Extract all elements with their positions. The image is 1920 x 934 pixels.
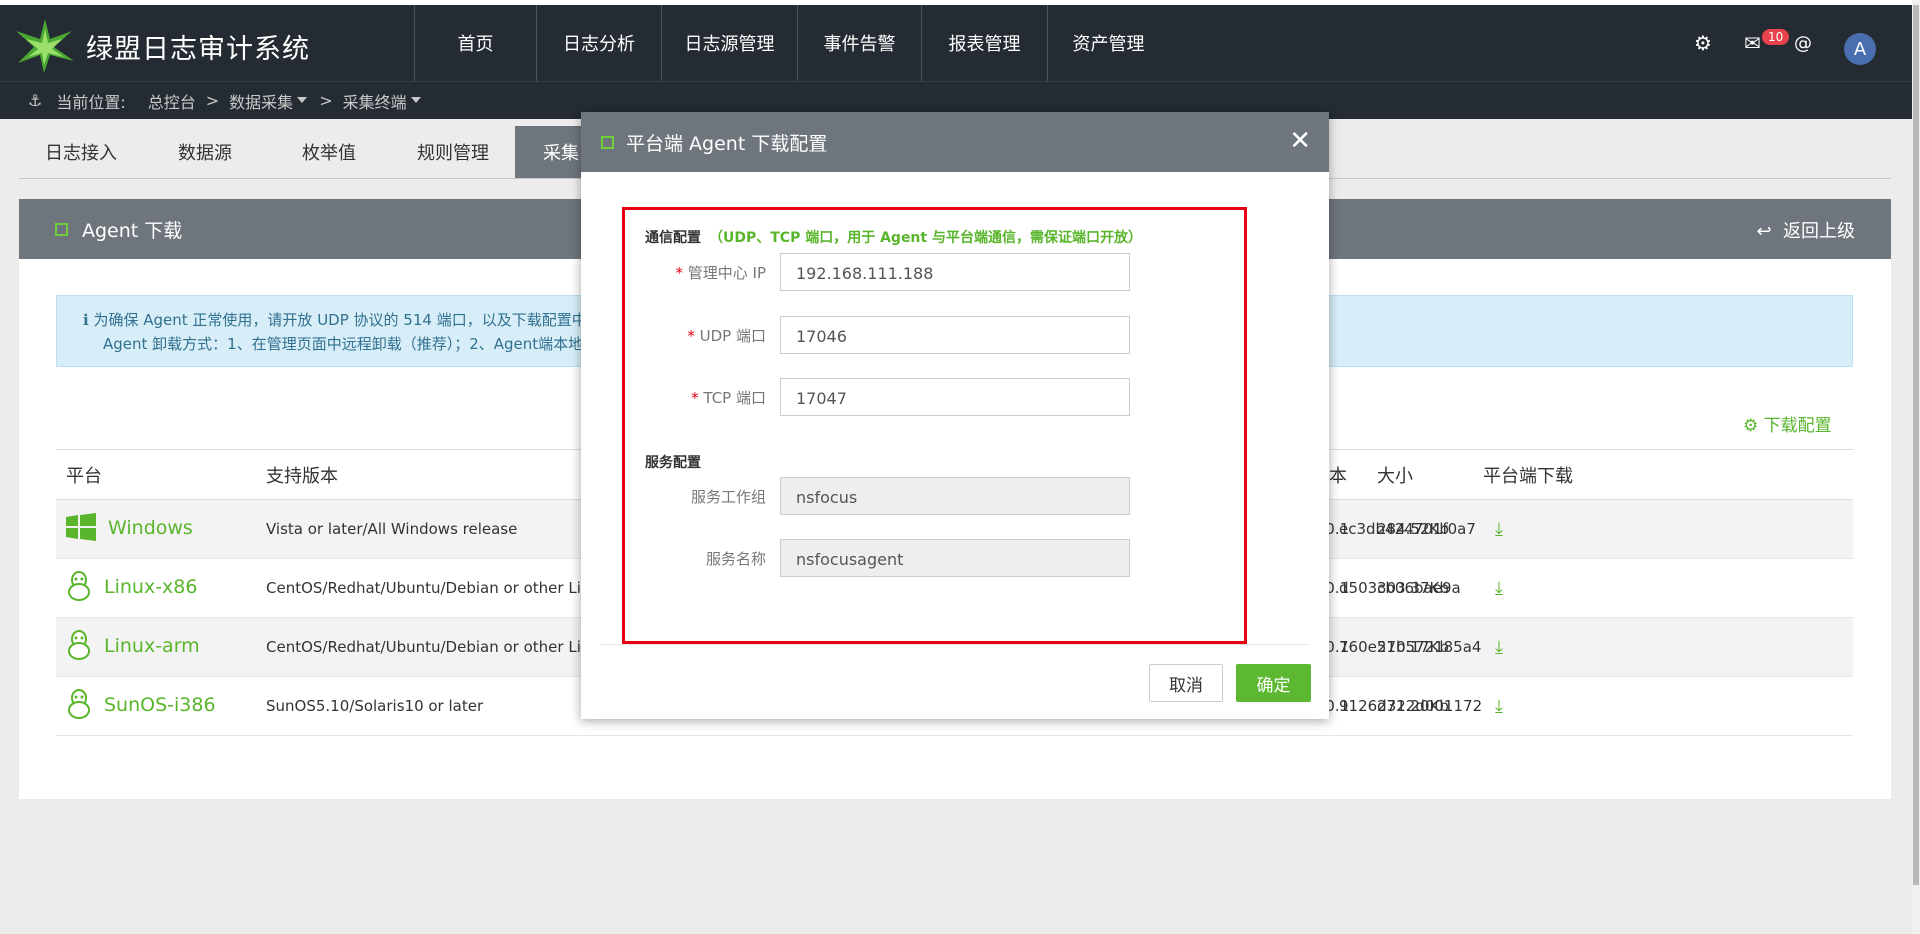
modal-header: 平台端 Agent 下载配置 ✕: [581, 112, 1329, 172]
tab-data-source[interactable]: 数据源: [143, 126, 267, 178]
cancel-button[interactable]: 取消: [1149, 664, 1223, 702]
download-icon[interactable]: ⤓: [1495, 637, 1503, 658]
breadcrumb-item-collection[interactable]: 数据采集: [229, 89, 293, 113]
tab-enum-values[interactable]: 枚举值: [267, 126, 391, 178]
chevron-right-icon: >: [319, 91, 333, 110]
service-group-label: 服务工作组: [690, 488, 766, 506]
hash-text: ec3db424701f0a7: [1339, 520, 1476, 538]
avatar[interactable]: A: [1844, 33, 1876, 65]
linux-icon: [66, 630, 92, 664]
hash-text: d503cb06bae9a: [1339, 579, 1461, 597]
breadcrumb-item-terminal[interactable]: 采集终端: [343, 89, 407, 113]
sub-tabs: 日志接入 数据源 枚举值 规则管理 采集: [19, 126, 639, 178]
download-icon[interactable]: ⤓: [1495, 519, 1503, 540]
hash-text: 760e51b572185a4: [1339, 638, 1482, 656]
download-icon[interactable]: ⤓: [1495, 696, 1503, 717]
linux-icon: [66, 689, 92, 723]
notification-badge: 10: [1762, 29, 1790, 45]
info-icon: ℹ: [83, 311, 89, 329]
anchor-icon: ⚓: [28, 91, 43, 110]
top-navbar: 绿盟日志审计系统 首页 日志分析 日志源管理 事件告警 报表管理 资产管理 ⚙ …: [0, 5, 1912, 81]
service-name-input: nsfocusagent: [780, 539, 1130, 577]
service-group-input: nsfocus: [780, 477, 1130, 515]
at-icon[interactable]: @: [1794, 33, 1812, 54]
platform-name: Linux-arm: [104, 634, 200, 657]
tcp-label: * TCP 端口: [691, 389, 766, 407]
comm-section-title: 通信配置 （UDP、TCP 端口，用于 Agent 与平台端通信，需保证端口开放）: [645, 227, 1142, 247]
support-text: CentOS/Redhat/Ubuntu/Debian or other Lin: [266, 579, 591, 597]
ip-label: * 管理中心 IP: [675, 264, 766, 282]
platform-name: Linux-x86: [104, 575, 198, 598]
platform-name: Windows: [108, 516, 193, 539]
mail-icon[interactable]: ✉: [1744, 31, 1761, 55]
udp-label-text: UDP 端口: [699, 327, 766, 345]
chevron-down-icon[interactable]: [410, 96, 421, 103]
settings-icon[interactable]: ⚙: [1694, 31, 1712, 55]
gear-icon: ⚙: [1743, 416, 1759, 436]
close-icon[interactable]: ✕: [1289, 126, 1311, 156]
linux-icon: [66, 571, 92, 605]
back-button[interactable]: ↩ 返回上级: [1756, 217, 1855, 243]
col-download: 平台端下载: [1473, 449, 1853, 500]
back-label: 返回上级: [1783, 221, 1855, 242]
support-text: Vista or later/All Windows release: [266, 520, 518, 538]
nav-log-analysis[interactable]: 日志分析: [536, 5, 661, 81]
app-title: 绿盟日志审计系统: [86, 34, 310, 65]
chevron-down-icon[interactable]: [297, 96, 308, 103]
windows-icon: [66, 513, 96, 545]
platform-name: SunOS-i386: [104, 693, 216, 716]
col-size: 大小: [1367, 449, 1473, 500]
return-arrow-icon: ↩: [1756, 221, 1772, 242]
nav-asset[interactable]: 资产管理: [1047, 5, 1169, 81]
panel-title: Agent 下载: [82, 219, 183, 242]
main-nav: 首页 日志分析 日志源管理 事件告警 报表管理 资产管理: [414, 5, 1169, 81]
ip-label-text: 管理中心 IP: [687, 264, 766, 282]
square-icon: [601, 135, 614, 149]
alert-line-1: 为确保 Agent 正常使用，请开放 UDP 协议的 514 端口，以及下载配置…: [93, 311, 587, 329]
logo-icon: [16, 19, 74, 73]
col-platform: 平台: [56, 449, 256, 500]
udp-label: * UDP 端口: [687, 327, 766, 345]
comm-note: （UDP、TCP 端口，用于 Agent 与平台端通信，需保证端口开放）: [709, 230, 1142, 246]
download-config-link[interactable]: ⚙ 下载配置: [1743, 411, 1832, 436]
tab-log-access[interactable]: 日志接入: [19, 126, 143, 178]
chevron-right-icon: >: [205, 91, 220, 110]
download-config-label: 下载配置: [1763, 416, 1832, 436]
download-icon[interactable]: ⤓: [1495, 578, 1503, 599]
support-text: SunOS5.10/Solaris10 or later: [266, 697, 484, 715]
tcp-port-input[interactable]: 17047: [780, 378, 1130, 416]
modal-title: 平台端 Agent 下载配置: [626, 132, 828, 155]
tab-rule-management[interactable]: 规则管理: [391, 126, 515, 178]
nav-home[interactable]: 首页: [414, 5, 536, 81]
service-section-title: 服务配置: [645, 455, 701, 471]
download-config-modal: 平台端 Agent 下载配置 ✕ 通信配置 （UDP、TCP 端口，用于 Agen…: [581, 112, 1329, 719]
nav-log-source[interactable]: 日志源管理: [661, 5, 797, 81]
tcp-label-text: TCP 端口: [703, 389, 766, 407]
nav-event-alert[interactable]: 事件告警: [797, 5, 921, 81]
breadcrumb-item-console[interactable]: 总控台: [148, 89, 196, 113]
service-name-label: 服务名称: [705, 550, 766, 568]
udp-port-input[interactable]: 17046: [780, 316, 1130, 354]
nav-report[interactable]: 报表管理: [921, 5, 1047, 81]
hash-text: 9126d322d001172: [1339, 697, 1483, 715]
square-icon: [55, 222, 68, 236]
comm-title-text: 通信配置: [645, 230, 701, 246]
ip-input[interactable]: 192.168.111.188: [780, 253, 1130, 291]
support-text: CentOS/Redhat/Ubuntu/Debian or other Lin: [266, 638, 591, 656]
scrollbar-thumb[interactable]: [1913, 5, 1919, 885]
breadcrumb-label: 当前位置:: [56, 92, 126, 112]
confirm-button[interactable]: 确定: [1236, 664, 1311, 702]
